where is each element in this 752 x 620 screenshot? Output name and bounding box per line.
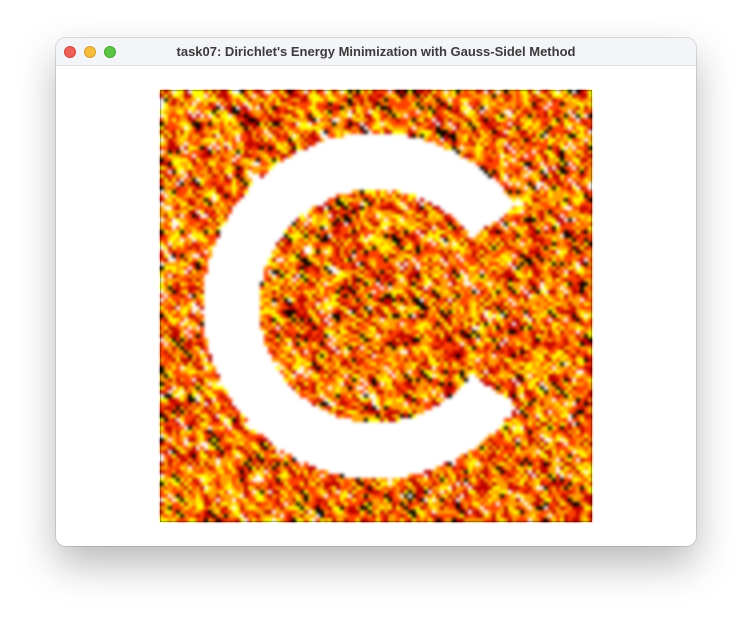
window-content [56,66,696,546]
opengl-viewport[interactable] [160,90,592,522]
app-window: task07: Dirichlet's Energy Minimization … [56,38,696,546]
heatmap-canvas[interactable] [160,90,592,522]
window-title: task07: Dirichlet's Energy Minimization … [176,44,576,59]
title-bar[interactable]: task07: Dirichlet's Energy Minimization … [56,38,696,66]
